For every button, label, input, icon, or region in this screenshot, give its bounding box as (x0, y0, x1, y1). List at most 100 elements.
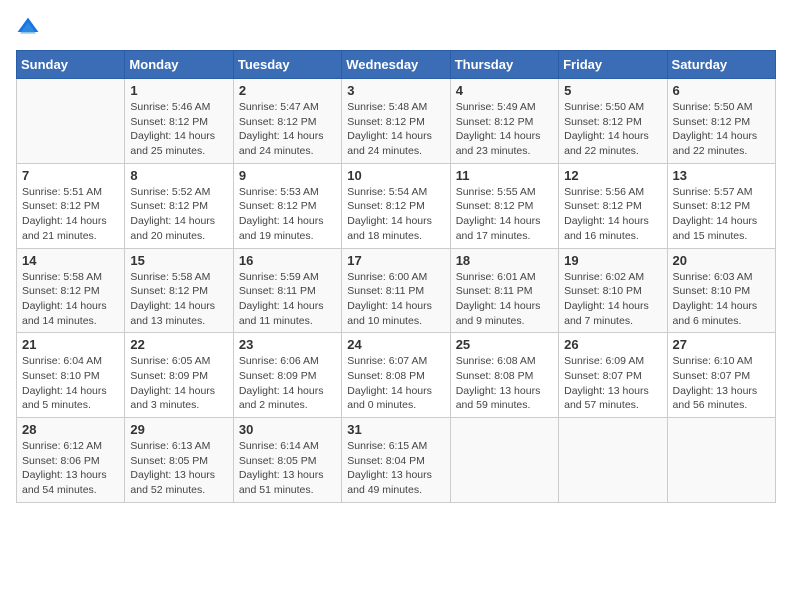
day-cell: 15 Sunrise: 5:58 AM Sunset: 8:12 PM Dayli… (125, 248, 233, 333)
day-cell: 24 Sunrise: 6:07 AM Sunset: 8:08 PM Dayli… (342, 333, 450, 418)
day-cell: 22Sunrise: 6:05 AM Sunset: 8:09 PM Dayli… (125, 333, 233, 418)
day-number: 22 (130, 337, 227, 352)
day-number: 23 (239, 337, 336, 352)
day-info: Sunrise: 5:49 AM Sunset: 8:12 PM Dayligh… (456, 100, 553, 159)
day-info: Sunrise: 6:00 AM Sunset: 8:11 PM Dayligh… (347, 270, 444, 329)
day-info: Sunrise: 6:01 AM Sunset: 8:11 PM Dayligh… (456, 270, 553, 329)
day-info: Sunrise: 6:07 AM Sunset: 8:08 PM Dayligh… (347, 354, 444, 413)
logo-icon (16, 16, 40, 40)
day-cell: 25 Sunrise: 6:08 AM Sunset: 8:08 PM Dayli… (450, 333, 558, 418)
day-cell: 7Sunrise: 5:51 AM Sunset: 8:12 PM Daylig… (17, 163, 125, 248)
day-cell: 5Sunrise: 5:50 AM Sunset: 8:12 PM Daylig… (559, 79, 667, 164)
week-row-1: 1 Sunrise: 5:46 AM Sunset: 8:12 PM Daylig… (17, 79, 776, 164)
header-cell-wednesday: Wednesday (342, 51, 450, 79)
day-number: 17 (347, 253, 444, 268)
day-cell: 21 Sunrise: 6:04 AM Sunset: 8:10 PM Dayli… (17, 333, 125, 418)
day-info: Sunrise: 6:06 AM Sunset: 8:09 PM Dayligh… (239, 354, 336, 413)
calendar-header: SundayMondayTuesdayWednesdayThursdayFrid… (17, 51, 776, 79)
day-info: Sunrise: 5:50 AM Sunset: 8:12 PM Dayligh… (564, 100, 661, 159)
day-cell: 4Sunrise: 5:49 AM Sunset: 8:12 PM Daylig… (450, 79, 558, 164)
day-cell: 13 Sunrise: 5:57 AM Sunset: 8:12 PM Dayli… (667, 163, 775, 248)
day-info: Sunrise: 5:59 AM Sunset: 8:11 PM Dayligh… (239, 270, 336, 329)
day-info: Sunrise: 6:03 AM Sunset: 8:10 PM Dayligh… (673, 270, 770, 329)
header-cell-friday: Friday (559, 51, 667, 79)
header-cell-saturday: Saturday (667, 51, 775, 79)
day-info: Sunrise: 5:58 AM Sunset: 8:12 PM Dayligh… (22, 270, 119, 329)
week-row-3: 14 Sunrise: 5:58 AM Sunset: 8:12 PM Dayli… (17, 248, 776, 333)
day-number: 24 (347, 337, 444, 352)
day-number: 15 (130, 253, 227, 268)
day-cell (667, 418, 775, 503)
day-cell: 2 Sunrise: 5:47 AM Sunset: 8:12 PM Daylig… (233, 79, 341, 164)
day-cell: 29 Sunrise: 6:13 AM Sunset: 8:05 PM Dayli… (125, 418, 233, 503)
day-cell: 19Sunrise: 6:02 AM Sunset: 8:10 PM Dayli… (559, 248, 667, 333)
day-number: 6 (673, 83, 770, 98)
logo (16, 16, 44, 40)
day-cell: 9Sunrise: 5:53 AM Sunset: 8:12 PM Daylig… (233, 163, 341, 248)
day-cell: 20 Sunrise: 6:03 AM Sunset: 8:10 PM Dayli… (667, 248, 775, 333)
day-number: 11 (456, 168, 553, 183)
day-number: 31 (347, 422, 444, 437)
day-number: 2 (239, 83, 336, 98)
header-row: SundayMondayTuesdayWednesdayThursdayFrid… (17, 51, 776, 79)
day-number: 13 (673, 168, 770, 183)
day-number: 25 (456, 337, 553, 352)
day-info: Sunrise: 6:13 AM Sunset: 8:05 PM Dayligh… (130, 439, 227, 498)
day-info: Sunrise: 5:58 AM Sunset: 8:12 PM Dayligh… (130, 270, 227, 329)
day-cell: 17 Sunrise: 6:00 AM Sunset: 8:11 PM Dayli… (342, 248, 450, 333)
day-info: Sunrise: 5:55 AM Sunset: 8:12 PM Dayligh… (456, 185, 553, 244)
day-info: Sunrise: 5:57 AM Sunset: 8:12 PM Dayligh… (673, 185, 770, 244)
day-cell: 26 Sunrise: 6:09 AM Sunset: 8:07 PM Dayli… (559, 333, 667, 418)
day-cell: 1 Sunrise: 5:46 AM Sunset: 8:12 PM Daylig… (125, 79, 233, 164)
day-number: 3 (347, 83, 444, 98)
week-row-5: 28Sunrise: 6:12 AM Sunset: 8:06 PM Dayli… (17, 418, 776, 503)
day-cell (17, 79, 125, 164)
day-info: Sunrise: 5:47 AM Sunset: 8:12 PM Dayligh… (239, 100, 336, 159)
week-row-2: 7Sunrise: 5:51 AM Sunset: 8:12 PM Daylig… (17, 163, 776, 248)
day-number: 29 (130, 422, 227, 437)
day-cell: 8 Sunrise: 5:52 AM Sunset: 8:12 PM Daylig… (125, 163, 233, 248)
header-cell-monday: Monday (125, 51, 233, 79)
header-cell-sunday: Sunday (17, 51, 125, 79)
day-cell: 10Sunrise: 5:54 AM Sunset: 8:12 PM Dayli… (342, 163, 450, 248)
day-cell: 6 Sunrise: 5:50 AM Sunset: 8:12 PM Daylig… (667, 79, 775, 164)
day-number: 18 (456, 253, 553, 268)
day-number: 21 (22, 337, 119, 352)
day-cell: 23 Sunrise: 6:06 AM Sunset: 8:09 PM Dayli… (233, 333, 341, 418)
day-number: 26 (564, 337, 661, 352)
day-info: Sunrise: 6:08 AM Sunset: 8:08 PM Dayligh… (456, 354, 553, 413)
day-info: Sunrise: 5:52 AM Sunset: 8:12 PM Dayligh… (130, 185, 227, 244)
header-cell-thursday: Thursday (450, 51, 558, 79)
day-cell: 12Sunrise: 5:56 AM Sunset: 8:12 PM Dayli… (559, 163, 667, 248)
calendar-table: SundayMondayTuesdayWednesdayThursdayFrid… (16, 50, 776, 503)
day-info: Sunrise: 6:09 AM Sunset: 8:07 PM Dayligh… (564, 354, 661, 413)
day-info: Sunrise: 6:10 AM Sunset: 8:07 PM Dayligh… (673, 354, 770, 413)
day-number: 20 (673, 253, 770, 268)
day-cell (559, 418, 667, 503)
day-info: Sunrise: 6:15 AM Sunset: 8:04 PM Dayligh… (347, 439, 444, 498)
day-cell: 11 Sunrise: 5:55 AM Sunset: 8:12 PM Dayli… (450, 163, 558, 248)
day-cell: 31 Sunrise: 6:15 AM Sunset: 8:04 PM Dayli… (342, 418, 450, 503)
day-info: Sunrise: 6:12 AM Sunset: 8:06 PM Dayligh… (22, 439, 119, 498)
day-number: 27 (673, 337, 770, 352)
day-info: Sunrise: 5:46 AM Sunset: 8:12 PM Dayligh… (130, 100, 227, 159)
day-number: 12 (564, 168, 661, 183)
day-number: 30 (239, 422, 336, 437)
day-info: Sunrise: 5:54 AM Sunset: 8:12 PM Dayligh… (347, 185, 444, 244)
day-info: Sunrise: 6:04 AM Sunset: 8:10 PM Dayligh… (22, 354, 119, 413)
day-cell: 18 Sunrise: 6:01 AM Sunset: 8:11 PM Dayli… (450, 248, 558, 333)
day-cell: 28Sunrise: 6:12 AM Sunset: 8:06 PM Dayli… (17, 418, 125, 503)
day-number: 1 (130, 83, 227, 98)
week-row-4: 21 Sunrise: 6:04 AM Sunset: 8:10 PM Dayli… (17, 333, 776, 418)
day-cell: 3 Sunrise: 5:48 AM Sunset: 8:12 PM Daylig… (342, 79, 450, 164)
day-info: Sunrise: 5:50 AM Sunset: 8:12 PM Dayligh… (673, 100, 770, 159)
day-cell: 27 Sunrise: 6:10 AM Sunset: 8:07 PM Dayli… (667, 333, 775, 418)
day-number: 16 (239, 253, 336, 268)
header (16, 16, 776, 40)
day-number: 14 (22, 253, 119, 268)
day-cell: 14 Sunrise: 5:58 AM Sunset: 8:12 PM Dayli… (17, 248, 125, 333)
day-info: Sunrise: 6:02 AM Sunset: 8:10 PM Dayligh… (564, 270, 661, 329)
day-info: Sunrise: 5:48 AM Sunset: 8:12 PM Dayligh… (347, 100, 444, 159)
day-number: 9 (239, 168, 336, 183)
day-number: 8 (130, 168, 227, 183)
